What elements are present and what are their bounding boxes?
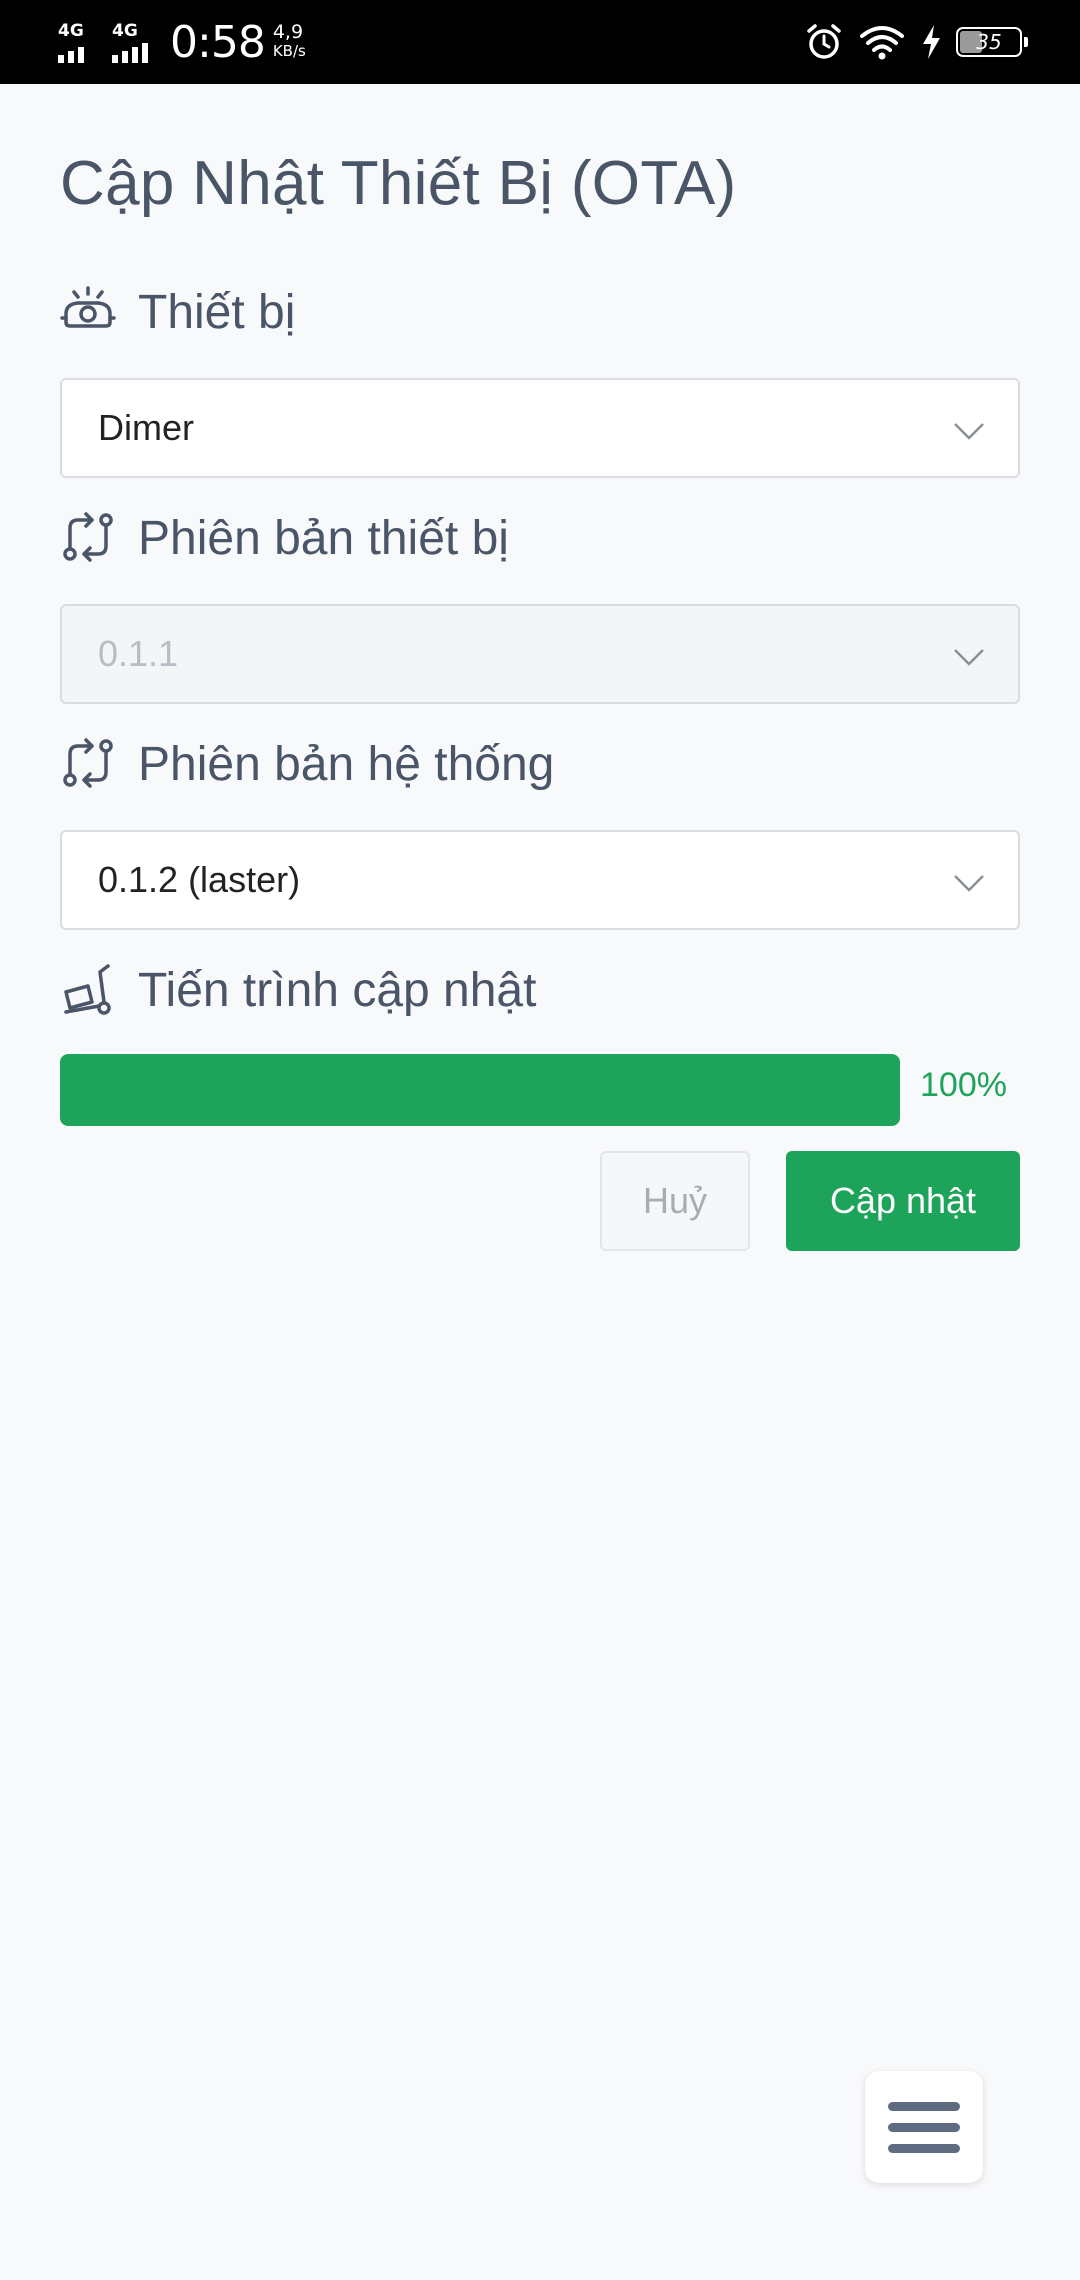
progress-label: Tiến trình cập nhật — [60, 958, 536, 1022]
swap-route-icon — [63, 512, 113, 562]
system-version-select[interactable]: 0.1.2 (laster) — [60, 830, 1020, 930]
hamburger-menu-icon — [888, 2101, 960, 2111]
battery-indicator: 35 — [956, 27, 1028, 57]
page-title: Cập Nhật Thiết Bị (OTA) — [60, 149, 737, 218]
system-version-value: 0.1.2 (laster) — [98, 859, 301, 900]
status-clock: 0:58 — [170, 16, 266, 68]
device-select-value: Dimer — [98, 407, 194, 448]
chevron-down-icon — [954, 423, 984, 440]
progress-fill — [60, 1054, 900, 1126]
system-version-label: Phiên bản hệ thống — [60, 732, 554, 796]
update-progress-bar — [60, 1054, 900, 1126]
cancel-button[interactable]: Huỷ — [600, 1151, 750, 1251]
cellular-signal-1-icon: 4G — [58, 19, 104, 65]
dolly-icon — [64, 964, 111, 1015]
status-bar-left: 4G 4G 0:58 4,9 KB/s — [58, 0, 306, 84]
status-bar-right: 35 — [804, 0, 1028, 84]
progress-percent: 100% — [920, 1066, 1007, 1104]
update-button[interactable]: Cập nhật — [786, 1151, 1020, 1251]
alarm-icon — [807, 24, 841, 59]
device-select[interactable]: Dimer — [60, 378, 1020, 478]
cellular-signal-2-icon: 4G — [112, 19, 158, 65]
device-label: Thiết bị — [60, 280, 295, 344]
device-version-label: Phiên bản thiết bị — [60, 506, 509, 570]
network-speed: 4,9 KB/s — [272, 21, 306, 61]
wifi-icon — [860, 26, 904, 60]
chevron-down-icon — [954, 875, 984, 892]
chevron-down-icon — [954, 649, 984, 666]
status-bar: 4G 4G 0:58 4,9 KB/s 35 — [0, 0, 1080, 84]
swap-route-icon — [63, 738, 113, 788]
charging-bolt-icon — [923, 25, 940, 59]
robot-vacuum-icon — [60, 286, 116, 328]
menu-button[interactable] — [865, 2071, 983, 2183]
device-version-select[interactable]: 0.1.1 — [60, 604, 1020, 704]
device-version-value: 0.1.1 — [98, 633, 179, 674]
